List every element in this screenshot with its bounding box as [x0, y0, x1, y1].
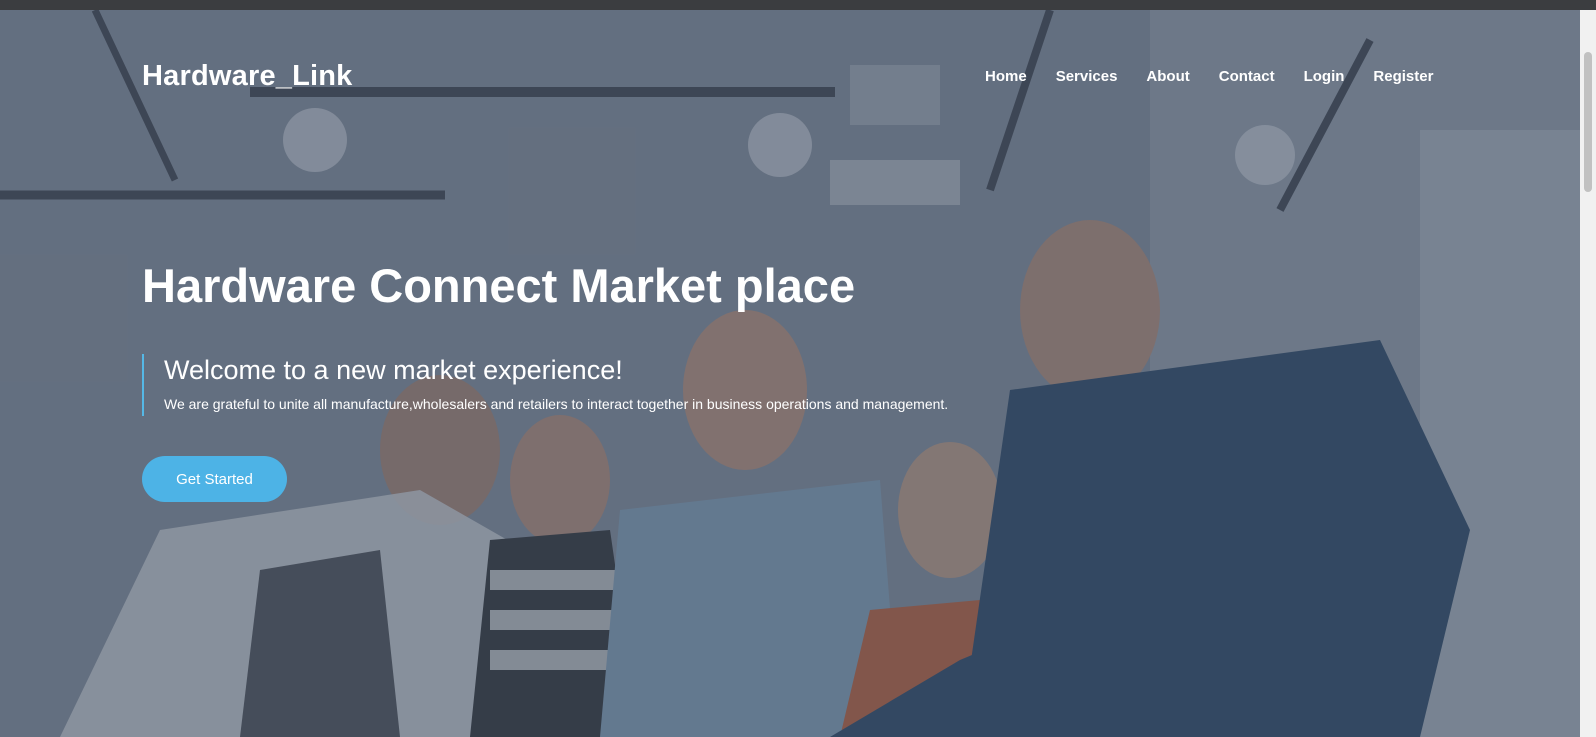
nav-services[interactable]: Services — [1056, 68, 1118, 85]
brand-logo[interactable]: Hardware_Link — [142, 60, 353, 93]
get-started-button[interactable]: Get Started — [142, 456, 287, 502]
hero-intro-block: Welcome to a new market experience! We a… — [142, 354, 948, 416]
nav-home[interactable]: Home — [985, 68, 1027, 85]
scrollbar-thumb[interactable] — [1584, 52, 1592, 192]
hero-section: Hardware_Link Home Services About Contac… — [0, 10, 1580, 737]
hero-tagline: We are grateful to unite all manufacture… — [164, 396, 949, 412]
browser-top-strip — [0, 0, 1596, 10]
vertical-scrollbar[interactable] — [1580, 10, 1596, 737]
hero-welcome-text: Welcome to a new market experience! — [164, 355, 623, 385]
nav-contact[interactable]: Contact — [1219, 68, 1275, 85]
nav-register[interactable]: Register — [1373, 68, 1433, 85]
hero-headline: Hardware Connect Market place — [142, 259, 856, 312]
nav-about[interactable]: About — [1146, 68, 1189, 85]
main-nav: Home Services About Contact Login Regist… — [985, 68, 1462, 85]
nav-login[interactable]: Login — [1304, 68, 1345, 85]
